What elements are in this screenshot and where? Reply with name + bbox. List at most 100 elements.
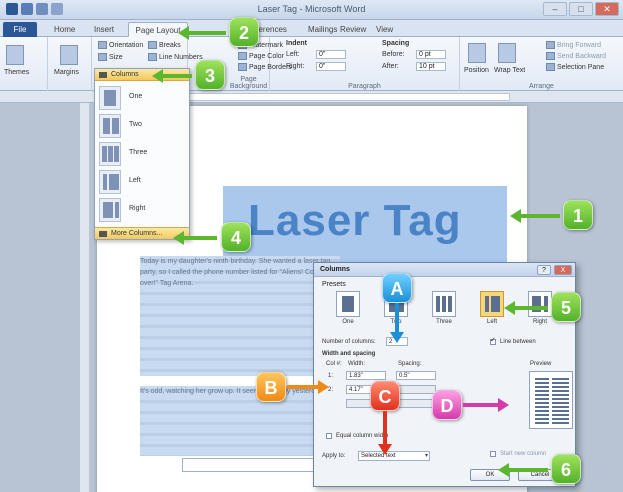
size-icon xyxy=(98,53,107,61)
dialog-close-button[interactable]: X xyxy=(554,265,572,275)
document-text-box[interactable] xyxy=(182,458,320,472)
columns-menu-header-label: Columns xyxy=(111,71,139,78)
margins-group: Margins xyxy=(48,37,92,91)
size-button[interactable]: Size xyxy=(98,53,123,61)
columns-option-label: Two xyxy=(129,121,142,128)
callout-6-arrow xyxy=(498,463,548,477)
callout-5-arrow xyxy=(504,301,548,315)
equal-width-label: Equal column width xyxy=(336,433,389,439)
preset-left[interactable] xyxy=(480,291,504,317)
page-background-group-label: Page Background xyxy=(229,76,268,90)
paragraph-group: Indent Left: 0" Right: 0" Spacing Before… xyxy=(270,37,460,91)
columns-option-two[interactable]: Two xyxy=(99,113,185,139)
row-3-spacing-input xyxy=(396,399,436,408)
help-button[interactable]: ? xyxy=(537,265,551,275)
callout-d-arrow xyxy=(463,398,509,412)
start-new-column-checkbox[interactable] xyxy=(490,451,496,457)
equal-width-checkbox[interactable] xyxy=(326,433,332,439)
apply-to-select[interactable]: Selected text xyxy=(358,451,430,461)
paragraph-2[interactable]: It's odd, watching her grow up. It seems… xyxy=(140,386,340,456)
bring-forward-label: Bring Forward xyxy=(557,41,601,49)
right-column-icon xyxy=(99,198,121,222)
preview-left-column xyxy=(535,378,549,424)
callout-c: C xyxy=(370,381,400,411)
start-new-column-label: Start new column xyxy=(500,451,547,457)
col-header: Col #: xyxy=(326,361,342,367)
row-2-spacing-input[interactable] xyxy=(396,385,436,394)
themes-icon[interactable] xyxy=(6,45,24,65)
bring-forward-button[interactable]: Bring Forward xyxy=(546,41,601,49)
tab-review[interactable]: Review xyxy=(334,22,372,37)
breaks-icon xyxy=(148,41,157,49)
document-heading[interactable]: Laser Tag xyxy=(248,196,462,246)
row-1-width-input[interactable]: 1.83" xyxy=(346,371,386,380)
wrap-text-icon[interactable] xyxy=(498,43,516,63)
columns-icon xyxy=(99,72,107,78)
window-title: Laser Tag - Microsoft Word xyxy=(257,4,366,14)
line-between-checkbox[interactable] xyxy=(490,336,496,345)
callout-a-arrow xyxy=(390,303,404,343)
preset-label: Left xyxy=(486,319,497,325)
callout-1: 1 xyxy=(563,200,593,230)
preset-label: Right xyxy=(532,319,547,325)
columns-dialog: Columns ? X Presets One Two Three Left R… xyxy=(313,262,576,487)
orientation-icon xyxy=(98,41,107,49)
line-between-label: Line between xyxy=(500,339,536,345)
apply-to-label: Apply to: xyxy=(322,453,346,459)
tab-file[interactable]: File xyxy=(3,22,37,37)
callout-4: 4 xyxy=(221,222,251,252)
maximize-button[interactable]: □ xyxy=(569,2,593,16)
paragraph-2-lines xyxy=(140,386,340,456)
spacing-after-label: After: xyxy=(382,63,399,70)
callout-b: B xyxy=(256,372,286,402)
spacing-before-input[interactable]: 0 pt xyxy=(416,50,446,59)
columns-option-label: One xyxy=(129,93,143,100)
vertical-ruler[interactable] xyxy=(80,103,90,492)
num-columns-label: Number of columns: xyxy=(322,339,376,345)
arrange-group-label: Arrange xyxy=(529,83,554,90)
breaks-button[interactable]: Breaks xyxy=(148,41,181,49)
orientation-button[interactable]: Orientation xyxy=(98,41,143,49)
row-1-spacing-input[interactable]: 0.5" xyxy=(396,371,436,380)
two-columns-icon xyxy=(99,114,121,138)
themes-label: Themes xyxy=(4,69,30,76)
columns-option-right[interactable]: Right xyxy=(99,197,185,223)
indent-right-input[interactable]: 0" xyxy=(316,62,346,71)
preview-label: Preview xyxy=(530,361,552,367)
columns-option-one[interactable]: One xyxy=(99,85,185,111)
columns-option-label: Left xyxy=(129,177,141,184)
callout-c-arrow xyxy=(378,411,392,455)
columns-option-label: Three xyxy=(129,149,148,156)
preset-label: Three xyxy=(436,319,452,325)
paragraph-2-text: It's odd, watching her grow up. It seems… xyxy=(140,388,328,395)
indent-left-label: Left: xyxy=(286,51,300,58)
columns-option-left[interactable]: Left xyxy=(99,169,185,195)
position-icon[interactable] xyxy=(468,43,486,63)
spacing-label: Spacing xyxy=(382,40,410,47)
columns-option-three[interactable]: Three xyxy=(99,141,185,167)
tab-home[interactable]: Home xyxy=(48,22,81,37)
size-label: Size xyxy=(109,53,123,61)
window-controls: – □ ✕ xyxy=(543,2,619,16)
callout-b-arrow xyxy=(287,380,329,394)
send-backward-icon xyxy=(546,52,555,60)
indent-label: Indent xyxy=(286,40,307,47)
indent-left-input[interactable]: 0" xyxy=(316,50,346,59)
preset-three[interactable] xyxy=(432,291,456,317)
preset-one[interactable] xyxy=(336,291,360,317)
tab-view[interactable]: View xyxy=(370,22,399,37)
send-backward-button[interactable]: Send Backward xyxy=(546,52,606,60)
close-window-button[interactable]: ✕ xyxy=(595,2,619,16)
selection-pane-button[interactable]: Selection Pane xyxy=(546,63,604,71)
tab-insert[interactable]: Insert xyxy=(88,22,120,37)
preset-right[interactable] xyxy=(528,291,552,317)
page-color-icon xyxy=(238,52,247,60)
minimize-button[interactable]: – xyxy=(543,2,567,16)
callout-d: D xyxy=(432,390,462,420)
width-header: Width: xyxy=(348,361,366,367)
paragraph-1[interactable]: Today is my daughter's ninth birthday. S… xyxy=(140,256,340,376)
margins-icon[interactable] xyxy=(60,45,78,65)
selection-pane-label: Selection Pane xyxy=(557,63,605,71)
spacing-after-input[interactable]: 10 pt xyxy=(416,62,446,71)
row-1-col: 1: xyxy=(328,373,334,379)
